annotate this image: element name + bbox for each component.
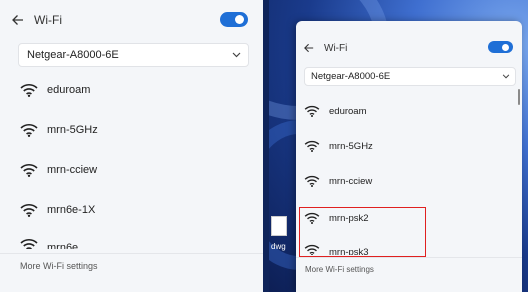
- chevron-down-icon: [232, 52, 241, 58]
- network-item-mrn-5ghz[interactable]: mrn-5GHz: [20, 121, 98, 139]
- wifi-signal-icon: [20, 203, 38, 217]
- wifi-signal-icon: [20, 123, 38, 137]
- wifi-signal-icon: [304, 140, 320, 152]
- dropdown-value: Netgear-A8000-6E: [311, 71, 391, 82]
- network-item-mrn-5ghz[interactable]: mrn-5GHz: [304, 138, 373, 154]
- wifi-header: Wi-Fi: [12, 10, 62, 30]
- network-dropdown[interactable]: Netgear-A8000-6E: [304, 67, 516, 86]
- network-item-eduroam[interactable]: eduroam: [304, 103, 367, 119]
- wifi-signal-icon: [304, 105, 320, 117]
- highlight-annotation: [299, 207, 426, 257]
- more-wifi-settings-link[interactable]: More Wi-Fi settings: [20, 261, 98, 271]
- network-name: eduroam: [329, 105, 367, 117]
- wifi-panel-right: Wi-Fi Netgear-A8000-6E eduroam mrn-5GHz: [296, 21, 522, 292]
- network-dropdown[interactable]: Netgear-A8000-6E: [18, 43, 249, 67]
- chevron-down-icon: [502, 74, 510, 79]
- page-title: Wi-Fi: [34, 13, 62, 27]
- page-title: Wi-Fi: [324, 42, 348, 54]
- network-name: mrn-cciew: [47, 164, 98, 176]
- wifi-toggle[interactable]: [220, 12, 248, 27]
- footer-divider: [0, 253, 263, 254]
- wifi-panel-left: Wi-Fi Netgear-A8000-6E eduroam mrn-5GHz …: [0, 0, 263, 292]
- back-arrow-icon[interactable]: [12, 14, 24, 26]
- back-arrow-icon[interactable]: [304, 43, 314, 53]
- network-name: mrn-cciew: [329, 175, 373, 187]
- wifi-signal-icon: [20, 238, 38, 249]
- scrollbar-thumb[interactable]: [518, 89, 520, 105]
- more-wifi-settings-link[interactable]: More Wi-Fi settings: [305, 265, 374, 274]
- desktop-area: dwg Wi-Fi Netgear-A8000-6E eduroam mrn-5…: [269, 0, 528, 292]
- network-name: mrn6e-1X: [47, 204, 96, 216]
- network-item-mrn6e-1x[interactable]: mrn6e-1X: [20, 201, 95, 219]
- wifi-signal-icon: [304, 175, 320, 187]
- dropdown-value: Netgear-A8000-6E: [27, 49, 119, 61]
- network-item-mrn6e[interactable]: mrn6e: [20, 238, 78, 249]
- network-item-mrn-cciew[interactable]: mrn-cciew: [20, 161, 97, 179]
- wifi-header: Wi-Fi: [304, 41, 347, 55]
- network-name: mrn6e: [47, 242, 79, 249]
- network-name: mrn-5GHz: [47, 124, 98, 136]
- wifi-signal-icon: [20, 163, 38, 177]
- desktop-file-label: dwg: [271, 242, 286, 251]
- footer-divider: [296, 257, 522, 258]
- network-item-eduroam[interactable]: eduroam: [20, 81, 90, 99]
- wifi-signal-icon: [20, 83, 38, 97]
- network-name: eduroam: [47, 84, 91, 96]
- wifi-toggle[interactable]: [488, 41, 513, 53]
- network-name: mrn-5GHz: [329, 140, 373, 152]
- network-item-mrn-cciew[interactable]: mrn-cciew: [304, 173, 372, 189]
- desktop-file-icon[interactable]: dwg: [269, 212, 293, 258]
